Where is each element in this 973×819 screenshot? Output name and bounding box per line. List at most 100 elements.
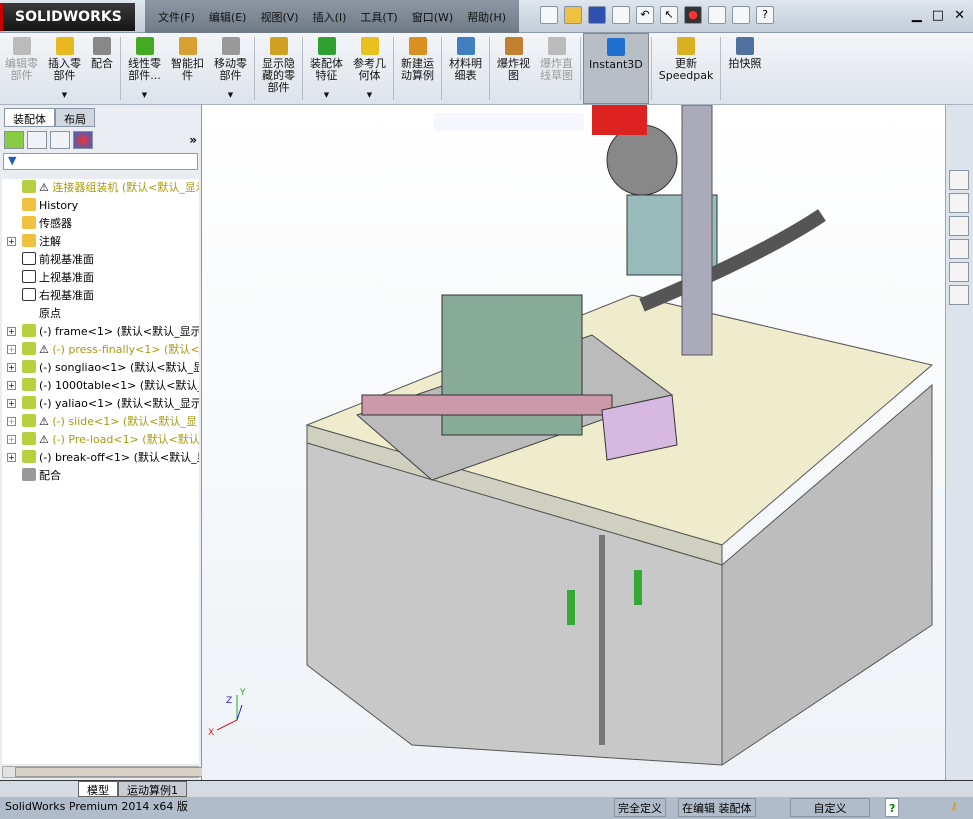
expand-icon[interactable]: + xyxy=(7,435,16,444)
command-icon xyxy=(55,37,74,55)
print-icon[interactable] xyxy=(612,6,630,24)
horizontal-scrollbar[interactable] xyxy=(2,766,225,778)
tree-item[interactable]: 配合 xyxy=(2,467,199,485)
tree-item[interactable]: + 注解 xyxy=(2,233,199,251)
tree-item[interactable]: + (-) break-off<1> (默认<默认_显 xyxy=(2,449,199,467)
reel xyxy=(606,124,678,196)
open-file-icon[interactable] xyxy=(564,6,582,24)
options-icon[interactable] xyxy=(732,6,750,24)
tree-item[interactable]: + (-) songliao<1> (默认<默认_显 xyxy=(2,359,199,377)
tree-item[interactable]: 原点 xyxy=(2,305,199,323)
new-file-icon[interactable] xyxy=(540,6,558,24)
menu-item[interactable]: 文件(F) xyxy=(158,9,195,25)
menu-item[interactable]: 帮助(H) xyxy=(467,9,506,25)
key-icon[interactable]: ⚷ xyxy=(950,797,958,817)
filter-input[interactable]: ▼ xyxy=(3,153,198,170)
minimize-icon[interactable]: ▁ xyxy=(912,8,922,23)
ribbon-button[interactable]: 爆炸直 线草图 xyxy=(535,33,578,104)
menu-item[interactable]: 编辑(E) xyxy=(209,9,247,25)
ribbon-button[interactable]: 材料明 细表 xyxy=(444,33,487,104)
close-icon[interactable]: ✕ xyxy=(954,8,965,23)
tab-layout[interactable]: 布局 xyxy=(55,108,95,127)
graphics-viewport[interactable]: X Y Z xyxy=(202,104,945,780)
tree-item[interactable]: History xyxy=(2,197,199,215)
ribbon-button[interactable]: 配合 xyxy=(86,33,118,104)
ribbon-button-label: 参考几 何体 xyxy=(353,57,386,82)
view-palette-icon[interactable] xyxy=(949,239,969,259)
tab-motion-study[interactable]: 运动算例1 xyxy=(118,781,187,797)
custom-properties-icon[interactable] xyxy=(949,285,969,305)
tree-item[interactable]: + ⚠ (-) slide<1> (默认<默认_显 xyxy=(2,413,199,431)
menu-item[interactable]: 视图(V) xyxy=(260,9,298,25)
expand-icon[interactable]: + xyxy=(7,453,16,462)
command-manager: 编辑零 部件 插入零 部件 ▼ 配合 线性零 部件... ▼ 智能扣 件移动零 部件 ▼ 显示隐… xyxy=(0,33,973,105)
expand-icon[interactable]: + xyxy=(7,363,16,372)
rebuild-icon[interactable]: ● xyxy=(684,6,702,24)
solidworks-logo: SOLIDWORKS xyxy=(0,3,135,31)
tree-item[interactable]: 前视基准面 xyxy=(2,251,199,269)
expand-icon[interactable]: + xyxy=(7,417,16,426)
tree-item[interactable]: 传感器 xyxy=(2,215,199,233)
ribbon-button[interactable]: 线性零 部件... ▼ xyxy=(123,33,166,104)
tree-item[interactable]: 右视基准面 xyxy=(2,287,199,305)
tree-item[interactable]: + (-) 1000table<1> (默认<默认_显 xyxy=(2,377,199,395)
home-icon[interactable] xyxy=(949,170,969,190)
help-icon[interactable]: ? xyxy=(885,798,900,817)
tree-item[interactable]: + (-) frame<1> (默认<默认_显示 xyxy=(2,323,199,341)
ribbon-button[interactable]: 拍快照 xyxy=(723,33,766,104)
ribbon-button[interactable]: Instant3D xyxy=(583,33,649,104)
tree-item[interactable]: + ⚠ (-) press-finally<1> (默认<默 xyxy=(2,341,199,359)
ribbon-button-label: 爆炸直 线草图 xyxy=(540,57,573,82)
expand-icon[interactable]: + xyxy=(7,327,16,336)
select-icon[interactable]: ↖ xyxy=(660,6,678,24)
heads-up-toolbar[interactable] xyxy=(434,113,584,131)
ribbon-button[interactable]: 参考几 何体 ▼ xyxy=(348,33,391,104)
file-explorer-icon[interactable] xyxy=(949,216,969,236)
tree-item[interactable]: 上视基准面 xyxy=(2,269,199,287)
expand-icon[interactable]: + xyxy=(7,399,16,408)
tree-item[interactable]: ⚠ 连接器组装机 (默认<默认_显示 xyxy=(2,179,199,197)
display-manager-icon[interactable] xyxy=(73,131,93,149)
expand-icon[interactable]: + xyxy=(7,381,16,390)
dropdown-arrow-icon[interactable]: ▼ xyxy=(62,89,67,101)
tab-model[interactable]: 模型 xyxy=(78,781,118,797)
command-icon xyxy=(408,37,427,55)
feature-manager-icon[interactable] xyxy=(4,131,24,149)
ribbon-button-label: 爆炸视 图 xyxy=(497,57,530,82)
property-manager-icon[interactable] xyxy=(27,131,47,149)
undo-icon[interactable]: ↶ xyxy=(636,6,654,24)
expand-icon[interactable]: + xyxy=(7,345,16,354)
menu-item[interactable]: 窗口(W) xyxy=(412,9,453,25)
file-properties-icon[interactable] xyxy=(708,6,726,24)
tree-item[interactable]: + ⚠ (-) Pre-load<1> (默认<默认 xyxy=(2,431,199,449)
save-icon[interactable] xyxy=(588,6,606,24)
command-icon xyxy=(135,37,154,55)
expand-icon[interactable]: + xyxy=(7,237,16,246)
design-library-icon[interactable] xyxy=(949,193,969,213)
ribbon-button[interactable]: 移动零 部件 ▼ xyxy=(209,33,252,104)
ribbon-button-label: 材料明 细表 xyxy=(449,57,482,82)
ribbon-button[interactable]: 更新 Speedpak xyxy=(654,33,719,104)
tree-item[interactable]: + (-) yaliao<1> (默认<默认_显示 xyxy=(2,395,199,413)
ribbon-separator xyxy=(393,37,394,100)
dropdown-arrow-icon[interactable]: ▼ xyxy=(367,89,372,101)
expand-panel-icon[interactable]: » xyxy=(189,133,197,147)
dropdown-arrow-icon[interactable]: ▼ xyxy=(324,89,329,101)
ribbon-button[interactable]: 插入零 部件 ▼ xyxy=(43,33,86,104)
menu-item[interactable]: 插入(I) xyxy=(313,9,347,25)
menu-item[interactable]: 工具(T) xyxy=(360,9,397,25)
maximize-icon[interactable]: □ xyxy=(932,8,944,23)
tab-assembly[interactable]: 装配体 xyxy=(4,108,55,127)
ribbon-button[interactable]: 显示隐 藏的零 部件 xyxy=(257,33,300,104)
dropdown-arrow-icon[interactable]: ▼ xyxy=(142,89,147,101)
ribbon-button[interactable]: 装配体 特征 ▼ xyxy=(305,33,348,104)
ribbon-button[interactable]: 智能扣 件 xyxy=(166,33,209,104)
dropdown-arrow-icon[interactable]: ▼ xyxy=(228,89,233,101)
ribbon-button[interactable]: 爆炸视 图 xyxy=(492,33,535,104)
help-icon[interactable]: ? xyxy=(756,6,774,24)
appearances-icon[interactable] xyxy=(949,262,969,282)
configuration-manager-icon[interactable] xyxy=(50,131,70,149)
ribbon-button[interactable]: 新建运 动算例 xyxy=(396,33,439,104)
ribbon-button[interactable]: 编辑零 部件 xyxy=(0,33,43,104)
units-selector[interactable]: 自定义 xyxy=(790,798,870,817)
